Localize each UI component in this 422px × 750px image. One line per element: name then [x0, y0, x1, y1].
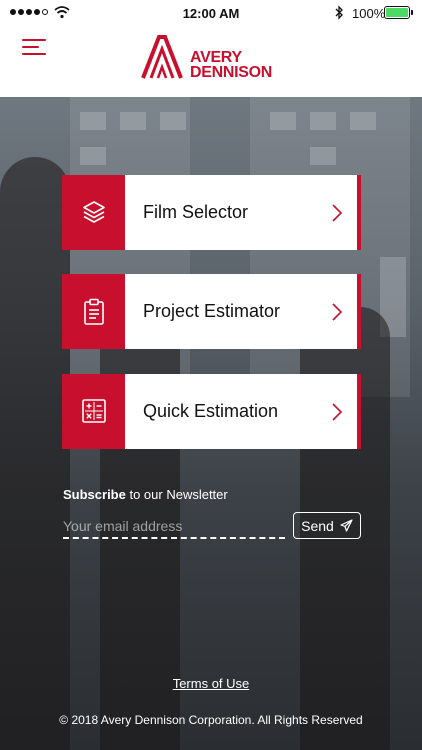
- background-window: [310, 112, 336, 130]
- hamburger-menu-icon[interactable]: [22, 38, 46, 56]
- clipboard-icon: [84, 298, 104, 325]
- card-icon-box: [62, 274, 125, 349]
- film-selector-label: Film Selector: [143, 202, 249, 222]
- chevron-right-icon: [332, 204, 343, 222]
- background-window: [160, 112, 186, 130]
- quick-estimation-card[interactable]: Quick Estimation: [62, 374, 361, 449]
- battery-percent: 100%: [352, 6, 386, 21]
- layers-icon: [83, 201, 105, 223]
- logo-text-line2: DENNISON: [190, 64, 273, 81]
- chevron-right-icon: [332, 403, 343, 421]
- send-label: Send: [301, 517, 334, 534]
- bluetooth-icon: [335, 5, 343, 20]
- battery-icon: [384, 6, 410, 19]
- chevron-right-icon: [332, 303, 343, 321]
- card-icon-box: [62, 374, 125, 449]
- terms-of-use-link[interactable]: Terms of Use: [0, 676, 422, 691]
- background-window: [80, 147, 106, 165]
- app-header: AVERY DENNISON: [0, 26, 422, 97]
- newsletter-heading-bold: Subscribe: [63, 487, 126, 502]
- battery-cap: [411, 10, 413, 15]
- paper-plane-icon: [340, 519, 353, 532]
- film-selector-card[interactable]: Film Selector: [62, 175, 361, 250]
- background-window: [310, 147, 336, 165]
- newsletter-heading: Subscribe to our Newsletter: [63, 487, 228, 502]
- logo-text-line1: AVERY: [190, 49, 242, 66]
- background-window: [350, 112, 376, 130]
- calculator-icon: [82, 399, 106, 423]
- background-window: [80, 112, 106, 130]
- email-input[interactable]: [63, 515, 285, 539]
- person-silhouette-left: [0, 157, 70, 750]
- send-button[interactable]: Send: [293, 512, 361, 539]
- project-estimator-card[interactable]: Project Estimator: [62, 274, 361, 349]
- battery-level-fill: [386, 8, 408, 17]
- copyright-text: © 2018 Avery Dennison Corporation. All R…: [59, 713, 363, 727]
- avery-dennison-logo: AVERY DENNISON: [137, 34, 287, 82]
- newsletter-heading-rest: to our Newsletter: [125, 487, 228, 502]
- project-estimator-label: Project Estimator: [143, 301, 281, 321]
- logo-mark-icon: [141, 35, 183, 79]
- status-bar: 12:00 AM 100%: [0, 0, 422, 26]
- quick-estimation-label: Quick Estimation: [143, 401, 279, 421]
- background-window: [270, 112, 296, 130]
- background-window: [120, 112, 146, 130]
- card-icon-box: [62, 175, 125, 250]
